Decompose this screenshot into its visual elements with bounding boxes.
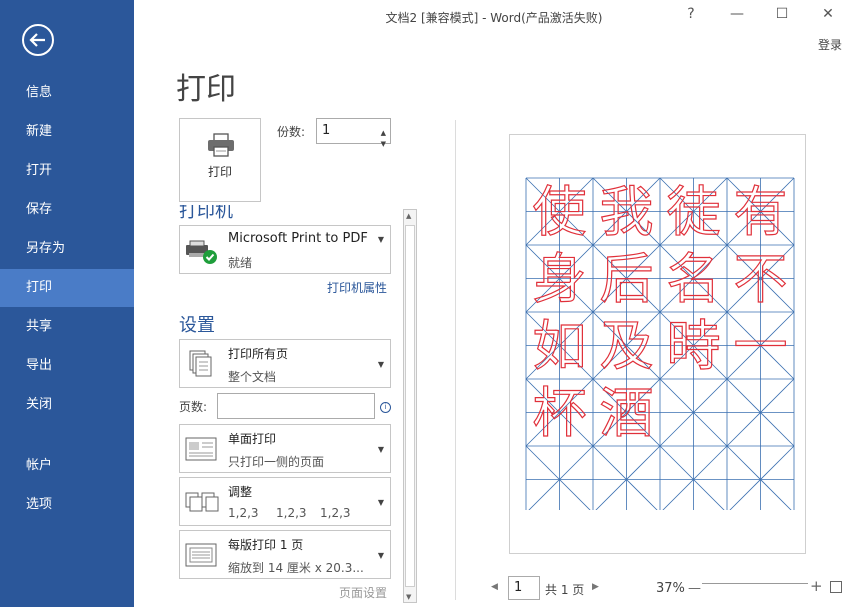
collate-select[interactable]: 调整 1,2,3 1,2,3 1,2,3 ▼ (179, 477, 391, 526)
printer-ready-icon (186, 240, 217, 264)
print-button-label: 打印 (207, 165, 232, 179)
collate-value: 调整 (228, 485, 253, 499)
copies-stepper[interactable]: 1 ▲ ▼ (316, 118, 391, 148)
settings-heading: 设置 (179, 315, 215, 336)
close-button[interactable]: ✕ (818, 6, 838, 22)
calligraphy-char: 時 (667, 315, 721, 378)
zoom-level: 37% (656, 581, 685, 596)
spin-down-icon[interactable]: ▼ (381, 132, 386, 156)
collate-icon (185, 492, 219, 512)
pages-range-value: 打印所有页 (228, 347, 289, 361)
sidebar-item-save[interactable]: 保存 (0, 191, 134, 229)
collate-seq-1: 1,2,3 (228, 506, 259, 520)
dropdown-arrow-icon: ▼ (377, 360, 384, 369)
current-page-input[interactable]: 1 (508, 576, 540, 600)
arrow-left-icon (29, 33, 45, 47)
zoom-slider[interactable] (702, 583, 808, 587)
printer-properties-link[interactable]: 打印机属性 (327, 279, 387, 296)
settings-scrollbar[interactable]: ▲ ▼ (403, 209, 417, 603)
pages-stack-icon (189, 350, 212, 377)
sidebar-item-account[interactable]: 帐户 (0, 447, 134, 485)
backstage-sidebar: 信息 新建 打开 保存 另存为 打印 共享 导出 关闭 帐户 选项 (0, 0, 134, 607)
dropdown-arrow-icon: ▼ (377, 498, 384, 507)
calligraphy-char: 使 (533, 181, 587, 244)
printer-select[interactable]: Microsoft Print to PDF 就绪 ▼ (179, 225, 391, 274)
printer-icon (208, 133, 234, 157)
login-link[interactable]: 登录 (818, 36, 842, 53)
page-per-sheet-icon (185, 543, 217, 567)
copies-value: 1 (322, 123, 331, 138)
sidebar-item-export[interactable]: 导出 (0, 347, 134, 385)
sidebar-item-save-as[interactable]: 另存为 (0, 230, 134, 268)
fit-page-icon[interactable] (830, 581, 842, 593)
calligraphy-char: 名 (667, 248, 721, 311)
pages-range-select[interactable]: 打印所有页 整个文档 ▼ (179, 339, 391, 388)
pages-label: 页数: (179, 400, 208, 414)
sides-value: 单面打印 (228, 432, 277, 446)
prev-page-icon[interactable]: ◀ (491, 582, 498, 592)
calligraphy-char: 如 (533, 315, 587, 378)
copies-label: 份数: (277, 125, 306, 139)
total-pages: 共 1 页 (545, 583, 585, 597)
minimize-button[interactable]: — (727, 6, 747, 22)
back-button[interactable] (22, 24, 54, 56)
scroll-up-icon[interactable]: ▲ (406, 212, 411, 220)
dropdown-arrow-icon: ▼ (377, 445, 384, 454)
calligraphy-char: 有 (734, 181, 788, 244)
zoom-in-icon[interactable]: + (810, 577, 823, 595)
settings-panel: 打印机 Microsoft Print to PDF 就绪 ▼ 打印机属性 设置… (175, 205, 397, 607)
sidebar-item-info[interactable]: 信息 (0, 74, 134, 112)
sides-select[interactable]: 单面打印 只打印一侧的页面 ▼ (179, 424, 391, 473)
pages-per-sheet-desc: 缩放到 14 厘米 x 20.3... (228, 561, 364, 575)
sidebar-item-print[interactable]: 打印 (0, 269, 134, 307)
calligraphy-char: 身 (533, 248, 587, 311)
sidebar-item-options[interactable]: 选项 (0, 486, 134, 524)
calligraphy-char: 及 (600, 315, 654, 378)
calligraphy-char: 不 (734, 248, 788, 311)
sides-desc: 只打印一侧的页面 (228, 455, 325, 469)
dropdown-arrow-icon: ▼ (377, 235, 384, 244)
sidebar-item-new[interactable]: 新建 (0, 113, 134, 151)
scroll-thumb[interactable] (405, 225, 415, 587)
pages-per-sheet-select[interactable]: 每版打印 1 页 缩放到 14 厘米 x 20.3... ▼ (179, 530, 391, 579)
calligraphy-char: 我 (600, 181, 654, 244)
calligraphy-char: 杯 (533, 382, 587, 445)
page-title: 打印 (176, 72, 236, 107)
pages-range-desc: 整个文档 (228, 370, 277, 384)
calligraphy-grid: 使我徒有身后名不如及時一杯酒 (525, 177, 795, 510)
maximize-button[interactable]: ☐ (772, 6, 792, 22)
panel-divider (455, 120, 456, 600)
sidebar-item-share[interactable]: 共享 (0, 308, 134, 346)
pages-per-sheet-value: 每版打印 1 页 (228, 538, 304, 552)
print-preview-page: 使我徒有身后名不如及時一杯酒 (509, 134, 806, 554)
printer-name: Microsoft Print to PDF (228, 231, 368, 246)
calligraphy-char: 一 (734, 315, 788, 378)
calligraphy-char: 酒 (600, 382, 654, 445)
print-button[interactable]: 打印 (179, 118, 261, 202)
pages-input[interactable] (217, 393, 375, 419)
next-page-icon[interactable]: ▶ (592, 582, 599, 592)
dropdown-arrow-icon: ▼ (377, 551, 384, 560)
calligraphy-char: 后 (600, 248, 654, 311)
one-sided-icon (185, 437, 217, 461)
scroll-down-icon[interactable]: ▼ (406, 593, 411, 601)
window-title: 文档2 [兼容模式] - Word(产品激活失败) (385, 11, 603, 25)
help-button[interactable]: ? (681, 6, 701, 22)
printer-heading: 打印机 (179, 205, 233, 222)
collate-seq-2: 1,2,3 (276, 506, 307, 520)
sidebar-item-close[interactable]: 关闭 (0, 386, 134, 424)
sidebar-item-open[interactable]: 打开 (0, 152, 134, 190)
info-icon[interactable]: i (380, 402, 391, 413)
page-setup-link[interactable]: 页面设置 (339, 584, 387, 601)
zoom-out-icon[interactable]: — (688, 581, 701, 596)
collate-seq-3: 1,2,3 (320, 506, 351, 520)
printer-status: 就绪 (228, 256, 253, 270)
calligraphy-char: 徒 (667, 181, 721, 244)
